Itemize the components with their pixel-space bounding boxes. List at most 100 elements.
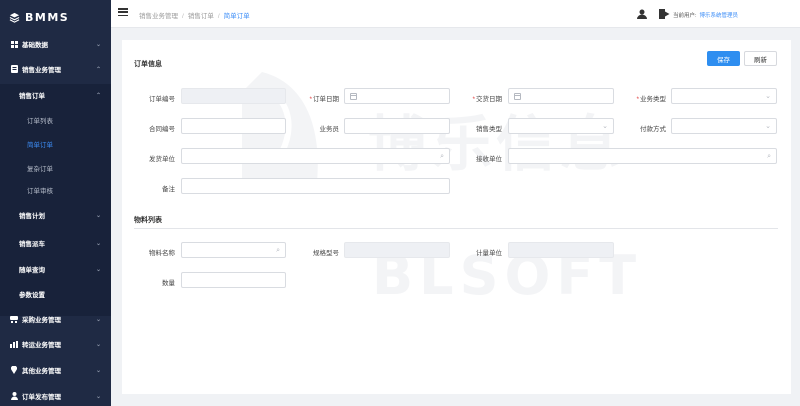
- submenu-label: 复杂订单: [27, 166, 53, 173]
- business-type-label: *业务类型: [636, 96, 666, 103]
- payment-method-select[interactable]: ⌄: [671, 118, 777, 134]
- grid-icon: [10, 40, 18, 48]
- material-name-search[interactable]: ⌕: [181, 242, 286, 258]
- chevron-down-icon: ⌄: [765, 93, 771, 100]
- submenu-order-review[interactable]: 订单审核: [0, 180, 111, 200]
- watermark-text-cn: 博乐信息: [368, 110, 624, 180]
- chevron-down-icon: ⌄: [95, 394, 101, 400]
- order-no-label: 订单编号: [149, 96, 175, 103]
- menu-label: 销售业务管理: [22, 67, 61, 74]
- breadcrumb-item[interactable]: 销售业务管理: [139, 13, 178, 20]
- logo[interactable]: BMMS: [0, 0, 111, 34]
- salesman-label: 业务员: [319, 126, 340, 133]
- user-icon: [10, 392, 18, 400]
- search-icon: ⌕: [440, 153, 444, 160]
- sidebar: BMMS 基础数据 ⌄ 销售业务管理 ⌃ 销售订单 ⌃ 订单列表 简单订单 复杂…: [0, 0, 111, 406]
- logout-icon[interactable]: [659, 9, 670, 19]
- chart-icon: [10, 340, 18, 348]
- menu-label: 订单发布管理: [22, 394, 61, 401]
- app-logo-text: BMMS: [25, 10, 70, 24]
- submenu-label: 销售订单: [19, 93, 45, 100]
- calendar-icon: [514, 93, 521, 100]
- menu-sales-management[interactable]: 销售业务管理 ⌃: [0, 59, 111, 79]
- receiver-label: 接收单位: [476, 156, 502, 163]
- submenu-label: 随单查询: [19, 267, 45, 274]
- search-icon: ⌕: [767, 153, 771, 160]
- quantity-input[interactable]: [181, 272, 286, 288]
- current-user: 当前用户: 博乐系统管理员: [673, 11, 738, 19]
- menu-basic-data[interactable]: 基础数据 ⌄: [0, 34, 111, 54]
- menu-label: 其他业务管理: [22, 368, 61, 375]
- chevron-up-icon: ⌃: [95, 92, 101, 99]
- calendar-icon: [350, 93, 357, 100]
- chevron-down-icon: ⌄: [95, 42, 101, 48]
- menu-label: 采购业务管理: [22, 317, 61, 324]
- account-icon[interactable]: [637, 9, 647, 19]
- current-user-label: 当前用户:: [672, 13, 697, 19]
- materials-title: 物料列表: [134, 217, 162, 224]
- submenu-order-query[interactable]: 随单查询 ⌄: [0, 259, 111, 279]
- chevron-down-icon: ⌄: [95, 240, 101, 247]
- chevron-down-icon: ⌄: [95, 212, 101, 219]
- pin-icon: [10, 366, 18, 374]
- submenu-simple-order[interactable]: 简单订单: [0, 134, 111, 154]
- salesman-input[interactable]: [344, 118, 450, 134]
- refresh-button[interactable]: 刷新: [744, 51, 777, 66]
- search-icon: ⌕: [276, 247, 280, 254]
- menu-purchase-management[interactable]: 采购业务管理 ⌄: [0, 309, 111, 329]
- breadcrumb: 销售业务管理 / 销售订单 / 简单订单: [139, 13, 250, 20]
- menu-transfer-management[interactable]: 转运业务管理 ⌄: [0, 334, 111, 354]
- chevron-down-icon: ⌄: [95, 342, 101, 348]
- order-no-input: [181, 88, 286, 104]
- quantity-label: 数量: [162, 280, 175, 287]
- delivery-date-label: *交货日期: [472, 96, 502, 103]
- shipper-label: 发货单位: [149, 156, 175, 163]
- submenu-sales-dispatch[interactable]: 销售派车 ⌄: [0, 233, 111, 253]
- breadcrumb-item[interactable]: 销售订单: [188, 13, 214, 20]
- contract-no-input[interactable]: [181, 118, 286, 134]
- menu-label: 转运业务管理: [22, 342, 61, 349]
- top-bar: 销售业务管理 / 销售订单 / 简单订单 当前用户: 博乐系统管理员: [111, 0, 800, 28]
- layers-icon: [9, 12, 20, 23]
- contract-no-label: 合同编号: [149, 126, 175, 133]
- submenu-complex-order[interactable]: 复杂订单: [0, 158, 111, 178]
- business-type-select[interactable]: ⌄: [671, 88, 777, 104]
- shipper-search[interactable]: ⌕: [181, 148, 450, 164]
- receiver-search[interactable]: ⌕: [508, 148, 777, 164]
- submenu-label: 销售派车: [19, 241, 45, 248]
- submenu-label: 简单订单: [27, 142, 53, 149]
- order-date-picker[interactable]: [344, 88, 450, 104]
- sales-type-label: 销售类型: [476, 126, 502, 133]
- chevron-down-icon: ⌄: [95, 266, 101, 273]
- menu-other-management[interactable]: 其他业务管理 ⌄: [0, 360, 111, 380]
- sales-type-select[interactable]: ⌄: [508, 118, 614, 134]
- unit-label: 计量单位: [476, 250, 502, 257]
- unit-input: [508, 242, 614, 258]
- breadcrumb-current: 简单订单: [223, 13, 250, 20]
- submenu-label: 销售计划: [19, 213, 45, 220]
- spec-input: [344, 242, 450, 258]
- chevron-down-icon: ⌄: [602, 123, 608, 130]
- submenu-order-list[interactable]: 订单列表: [0, 110, 111, 130]
- material-name-label: 物料名称: [149, 250, 175, 257]
- save-button[interactable]: 保存: [707, 51, 740, 66]
- submenu-sales-plan[interactable]: 销售计划 ⌄: [0, 205, 111, 225]
- chevron-down-icon: ⌄: [765, 123, 771, 130]
- remark-input[interactable]: [181, 178, 450, 194]
- menu-label: 基础数据: [22, 42, 48, 49]
- submenu-sales-order[interactable]: 销售订单 ⌃: [0, 85, 111, 105]
- cart-icon: [10, 315, 18, 323]
- chevron-down-icon: ⌄: [95, 368, 101, 374]
- payment-method-label: 付款方式: [640, 126, 666, 133]
- menu-order-publish[interactable]: 订单发布管理 ⌄: [0, 386, 111, 406]
- submenu-label: 参数设置: [19, 292, 45, 299]
- submenu-param-settings[interactable]: 参数设置: [0, 284, 111, 304]
- order-date-label: *订单日期: [309, 96, 339, 103]
- submenu-label: 订单审核: [27, 188, 53, 195]
- chevron-up-icon: ⌃: [95, 67, 101, 73]
- menu-toggle-icon[interactable]: [118, 8, 128, 16]
- remark-label: 备注: [162, 186, 175, 193]
- order-info-title: 订单信息: [134, 61, 162, 68]
- delivery-date-picker[interactable]: [508, 88, 614, 104]
- current-user-name[interactable]: 博乐系统管理员: [699, 13, 738, 19]
